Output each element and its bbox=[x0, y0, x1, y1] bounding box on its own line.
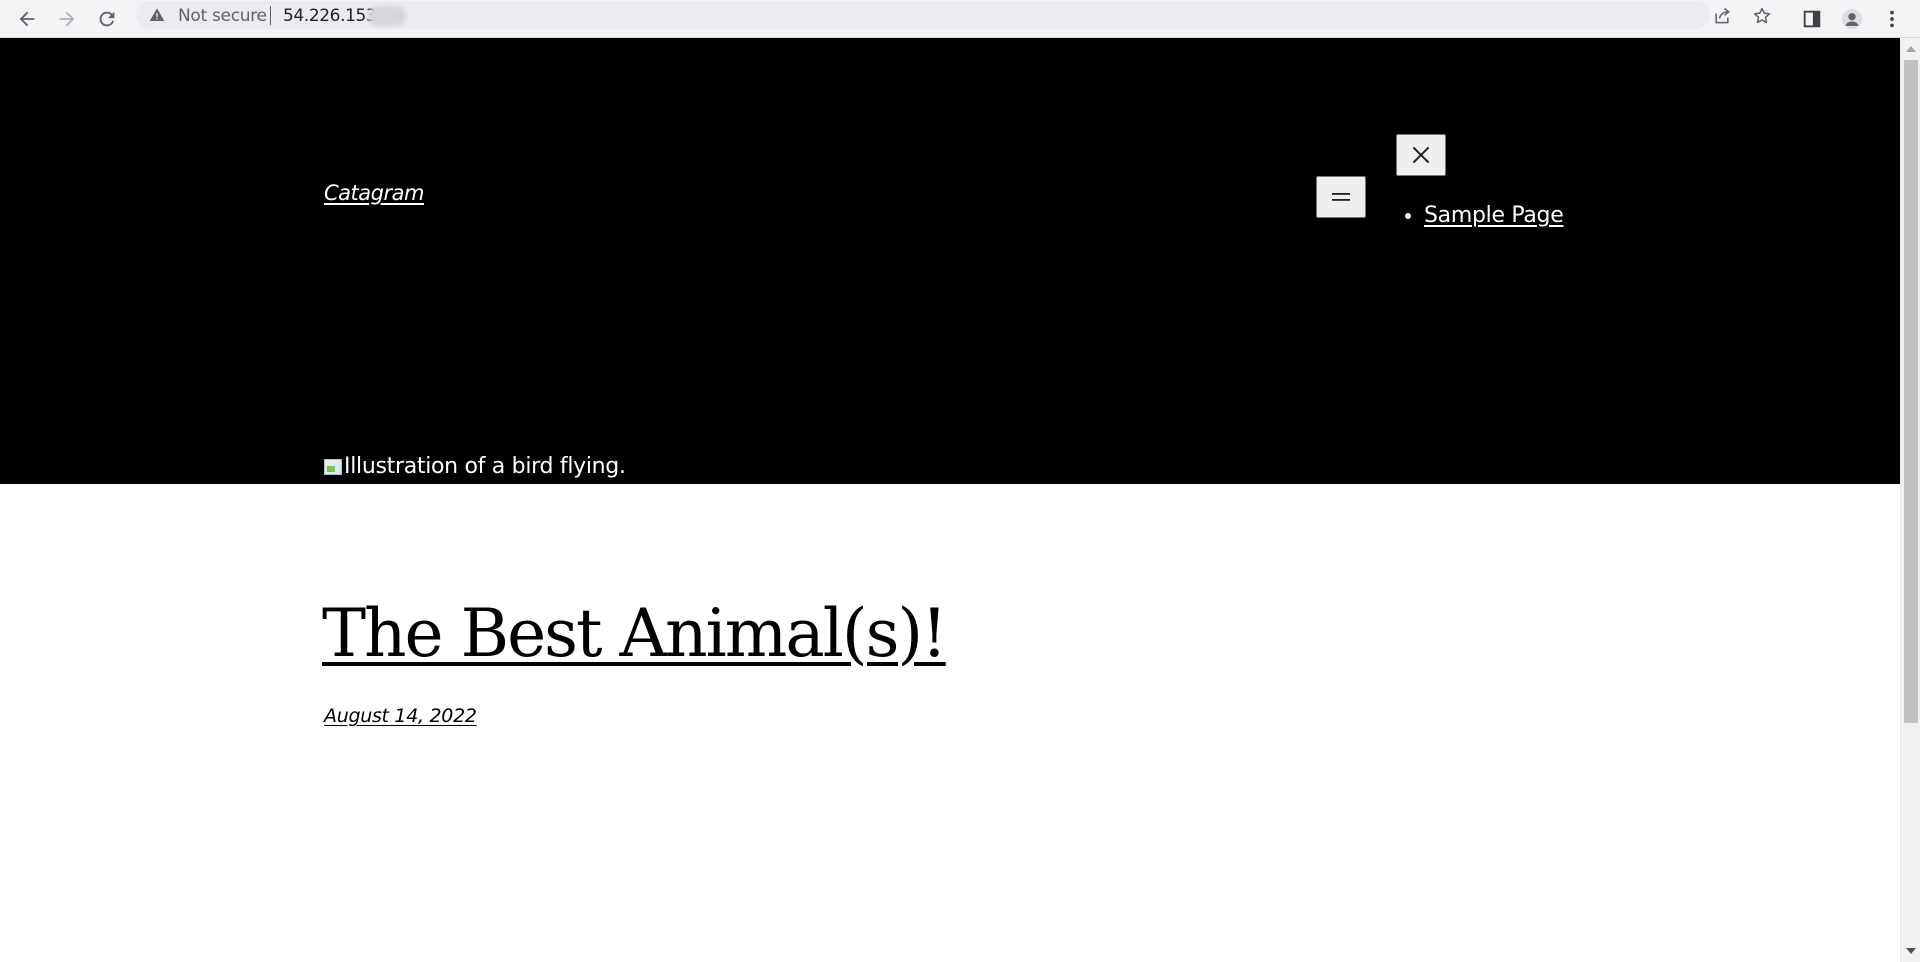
reload-button[interactable] bbox=[91, 3, 123, 35]
hero-image-broken: Illustration of a bird flying. bbox=[324, 449, 626, 479]
scrollbar-thumb[interactable] bbox=[1904, 60, 1918, 723]
forward-arrow-icon bbox=[59, 11, 75, 27]
scroll-down-arrow-icon[interactable] bbox=[1906, 948, 1916, 954]
profile-button[interactable] bbox=[1836, 3, 1868, 35]
hero-image-alt-text: Illustration of a bird flying. bbox=[344, 454, 626, 479]
share-button[interactable] bbox=[1710, 4, 1734, 28]
security-label[interactable]: Not secure bbox=[178, 6, 267, 26]
page-viewport: Catagram Sample Page Illustration of a b… bbox=[0, 38, 1900, 962]
address-separator bbox=[270, 6, 271, 25]
redacted-url-part bbox=[368, 6, 406, 26]
post-title-link[interactable]: The Best Animal(s)! bbox=[322, 595, 948, 672]
back-button[interactable] bbox=[11, 3, 43, 35]
warning-icon bbox=[148, 6, 166, 24]
vertical-scrollbar[interactable] bbox=[1900, 38, 1920, 962]
post-date-link[interactable]: August 14, 2022 bbox=[324, 705, 477, 727]
primary-nav: Sample Page bbox=[1424, 203, 1564, 228]
side-panel-button[interactable] bbox=[1796, 3, 1828, 35]
site-header: Catagram Sample Page Illustration of a b… bbox=[0, 38, 1900, 484]
browser-toolbar: Not secure 54.226.153. bbox=[0, 0, 1920, 38]
back-arrow-icon bbox=[19, 11, 35, 27]
star-icon bbox=[1753, 7, 1771, 24]
hamburger-icon bbox=[1332, 193, 1350, 201]
close-icon bbox=[1412, 146, 1430, 164]
browser-menu-button[interactable] bbox=[1876, 3, 1908, 35]
share-icon bbox=[1715, 7, 1730, 24]
menu-open-button[interactable] bbox=[1316, 176, 1366, 218]
nav-link-sample-page[interactable]: Sample Page bbox=[1424, 203, 1564, 228]
forward-button[interactable] bbox=[51, 3, 83, 35]
kebab-menu-icon bbox=[1890, 10, 1894, 28]
url-text[interactable]: 54.226.153. bbox=[283, 6, 382, 26]
scroll-up-arrow-icon[interactable] bbox=[1906, 46, 1916, 52]
address-bar[interactable]: Not secure 54.226.153. bbox=[136, 1, 1771, 29]
nav-item-sample-page: Sample Page bbox=[1424, 203, 1564, 228]
menu-close-button[interactable] bbox=[1396, 134, 1446, 176]
side-panel-icon bbox=[1803, 10, 1821, 28]
broken-image-icon bbox=[324, 459, 342, 475]
bookmark-button[interactable] bbox=[1750, 4, 1774, 28]
reload-icon bbox=[99, 11, 115, 27]
profile-icon bbox=[1841, 8, 1863, 30]
site-title-link[interactable]: Catagram bbox=[324, 181, 424, 205]
